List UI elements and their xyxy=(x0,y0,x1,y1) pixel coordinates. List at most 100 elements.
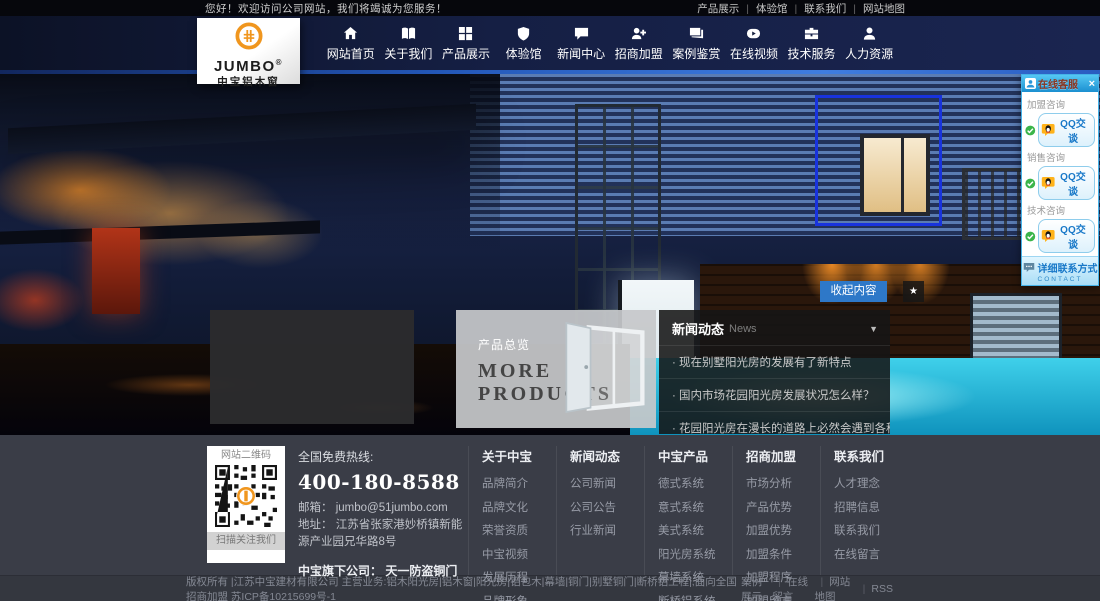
star-icon: ★ xyxy=(909,286,918,297)
footer-columns: 关于中宝 品牌简介 品牌文化 荣誉资质 中宝视频 发展历程 品牌形象 新闻动态 … xyxy=(468,446,908,575)
online-service-panel: 在线客服 × 加盟咨询 QQ交谈 销售咨询 QQ交谈 xyxy=(1021,74,1099,286)
topbar-link-experience[interactable]: 体验馆 xyxy=(739,1,787,16)
footer-column-franchise: 招商加盟 市场分析 产品优势 加盟优势 加盟条件 加盟程序 加盟留言 申请表下载 xyxy=(732,446,820,575)
qr-caption: 扫描关注我们 xyxy=(207,532,285,550)
book-icon xyxy=(401,26,416,41)
hero-roof-2 xyxy=(0,220,320,244)
footer-link[interactable]: 公司公告 xyxy=(570,499,631,515)
brand-emblem-icon xyxy=(234,21,264,51)
footer-link[interactable]: 德式系统 xyxy=(658,475,719,491)
nav-item-franchise[interactable]: 招商加盟 xyxy=(610,16,668,70)
hero-banner: 产品总览 MORE PRODUCTS 新闻动态 News ▼ 现在别墅阳光房的发… xyxy=(0,74,1100,435)
gallery-icon xyxy=(689,26,704,41)
service-panel-header: 在线客服 × xyxy=(1022,75,1098,92)
news-item[interactable]: 现在别墅阳光房的发展有了新特点 xyxy=(659,345,890,378)
nav-item-cases[interactable]: 案例鉴赏 xyxy=(668,16,726,70)
nav-item-about[interactable]: 关于我们 xyxy=(380,16,438,70)
nav-item-home[interactable]: 网站首页 xyxy=(322,16,380,70)
shield-icon xyxy=(516,26,531,41)
footer-link[interactable]: 产品优势 xyxy=(746,499,807,515)
online-status-icon xyxy=(1025,178,1036,189)
close-icon[interactable]: × xyxy=(1089,79,1095,89)
news-item[interactable]: 国内市场花园阳光房发展状况怎么样？ xyxy=(659,378,890,411)
footer-link[interactable]: 加盟条件 xyxy=(746,546,807,562)
collapse-content-button[interactable]: 收起内容 xyxy=(820,281,887,302)
qq-penguin-icon xyxy=(1041,176,1055,190)
footer-link[interactable]: 加盟优势 xyxy=(746,522,807,538)
topbar-links: 产品展示 体验馆 联系我们 网站地图 xyxy=(697,1,905,16)
contact-bubble-icon xyxy=(1023,262,1035,273)
topbar-link-contact[interactable]: 联系我们 xyxy=(788,1,847,16)
qq-chat-button-franchise[interactable]: QQ交谈 xyxy=(1038,113,1095,147)
contact-details-button[interactable]: 详细联系方式 CONTACT xyxy=(1022,256,1098,285)
briefcase-icon xyxy=(804,26,819,41)
footer-link[interactable]: 招聘信息 xyxy=(834,499,895,515)
bottombar-link-cases[interactable]: 案例展示 xyxy=(741,574,772,601)
page: 您好！欢迎访问公司网站，我们将竭诚为您服务！ 产品展示 体验馆 联系我们 网站地… xyxy=(0,0,1100,601)
qq-penguin-icon xyxy=(1041,229,1055,243)
topbar-link-products[interactable]: 产品展示 xyxy=(697,1,739,16)
chevron-down-icon[interactable]: ▼ xyxy=(869,324,878,334)
footer-column-contact: 联系我们 人才理念 招聘信息 联系我们 在线留言 xyxy=(820,446,908,575)
qr-box: 网站二维码 xyxy=(207,446,285,563)
more-products-panel[interactable]: 产品总览 MORE PRODUCTS xyxy=(456,310,656,428)
footer-link[interactable]: 联系我们 xyxy=(834,522,895,538)
service-section-label: 加盟咨询 xyxy=(1027,97,1095,111)
hotline-label: 全国免费热线: xyxy=(298,448,466,465)
footer-link[interactable]: 在线留言 xyxy=(834,546,895,562)
bottombar-link-rss[interactable]: RSS xyxy=(857,583,893,595)
service-section-label: 技术咨询 xyxy=(1027,203,1095,217)
footer-column-news: 新闻动态 公司新闻 公司公告 行业新闻 xyxy=(556,446,644,575)
grid-icon xyxy=(458,26,473,41)
navbar: JUMBO® 中宝铝木窗 网站首页 关于我们 产品展示 体验馆 新闻中心 xyxy=(0,16,1100,70)
hotline-number: 400-180-8588 xyxy=(298,470,466,494)
service-person-icon xyxy=(1025,78,1036,89)
news-item[interactable]: 花园阳光房在漫长的道路上必然会遇到各种挑战 xyxy=(659,411,890,435)
hero-shutter-door xyxy=(970,293,1062,377)
footer-link[interactable]: 公司新闻 xyxy=(570,475,631,491)
footer-link[interactable]: 品牌文化 xyxy=(482,499,543,515)
nav-item-hr[interactable]: 人力资源 xyxy=(840,16,898,70)
footer-link[interactable]: 荣誉资质 xyxy=(482,522,543,538)
qr-code xyxy=(215,465,277,527)
logo[interactable]: JUMBO® 中宝铝木窗 xyxy=(197,18,300,84)
news-panel-title: 新闻动态 xyxy=(672,319,724,338)
qq-chat-button-sales[interactable]: QQ交谈 xyxy=(1038,166,1095,200)
window-illustration-icon xyxy=(556,320,651,415)
service-panel-title: 在线客服 xyxy=(1038,76,1078,91)
footer-contact: 全国免费热线: 400-180-8588 邮箱： jumbo@51jumbo.c… xyxy=(298,446,466,575)
news-panel: 新闻动态 News ▼ 现在别墅阳光房的发展有了新特点 国内市场花园阳光房发展状… xyxy=(659,310,890,434)
qq-chat-button-tech[interactable]: QQ交谈 xyxy=(1038,219,1095,253)
chat-icon xyxy=(574,26,589,41)
nav-item-news[interactable]: 新闻中心 xyxy=(552,16,610,70)
collapsed-content-panel xyxy=(210,310,414,424)
user-icon xyxy=(862,26,877,41)
welcome-text: 您好！欢迎访问公司网站，我们将竭诚为您服务！ xyxy=(205,1,447,16)
topbar-link-sitemap[interactable]: 网站地图 xyxy=(846,1,905,16)
bottombar: 版权所有 |江苏中宝建材有限公司 主营业务:铝木阳光房|铝木窗|阳光房|铝包木|… xyxy=(0,575,1100,601)
footer-link[interactable]: 市场分析 xyxy=(746,475,807,491)
video-icon xyxy=(746,26,761,41)
hero-louver-wall xyxy=(470,74,1100,236)
nav-item-products[interactable]: 产品展示 xyxy=(437,16,495,70)
footer-column-products: 中宝产品 德式系统 意式系统 美式系统 阳光房系统 幕墙系统 断桥铝系统 xyxy=(644,446,732,575)
footer-link[interactable]: 中宝视频 xyxy=(482,546,543,562)
footer-link[interactable]: 人才理念 xyxy=(834,475,895,491)
hero-roof xyxy=(8,104,476,155)
footer-link[interactable]: 行业新闻 xyxy=(570,522,631,538)
news-panel-subtitle: News xyxy=(729,323,757,335)
online-status-icon xyxy=(1025,231,1036,242)
service-panel-body: 加盟咨询 QQ交谈 销售咨询 QQ交谈 技术咨询 xyxy=(1022,92,1098,256)
bottombar-link-message[interactable]: 在线留言 xyxy=(772,574,814,601)
bottombar-links: 案例展示 在线留言 网站地图 RSS xyxy=(741,574,893,601)
nav-item-experience[interactable]: 体验馆 xyxy=(495,16,553,70)
footer-link[interactable]: 意式系统 xyxy=(658,499,719,515)
footer-address: 地址： 江苏省张家港妙桥镇新能源产业园兄华路8号 xyxy=(298,517,466,551)
footer-link[interactable]: 阳光房系统 xyxy=(658,546,719,562)
bottombar-link-sitemap[interactable]: 网站地图 xyxy=(814,574,856,601)
footer-link[interactable]: 美式系统 xyxy=(658,522,719,538)
star-toggle-button[interactable]: ★ xyxy=(903,281,924,302)
nav-item-service[interactable]: 技术服务 xyxy=(783,16,841,70)
footer-link[interactable]: 品牌简介 xyxy=(482,475,543,491)
nav-item-video[interactable]: 在线视频 xyxy=(725,16,783,70)
